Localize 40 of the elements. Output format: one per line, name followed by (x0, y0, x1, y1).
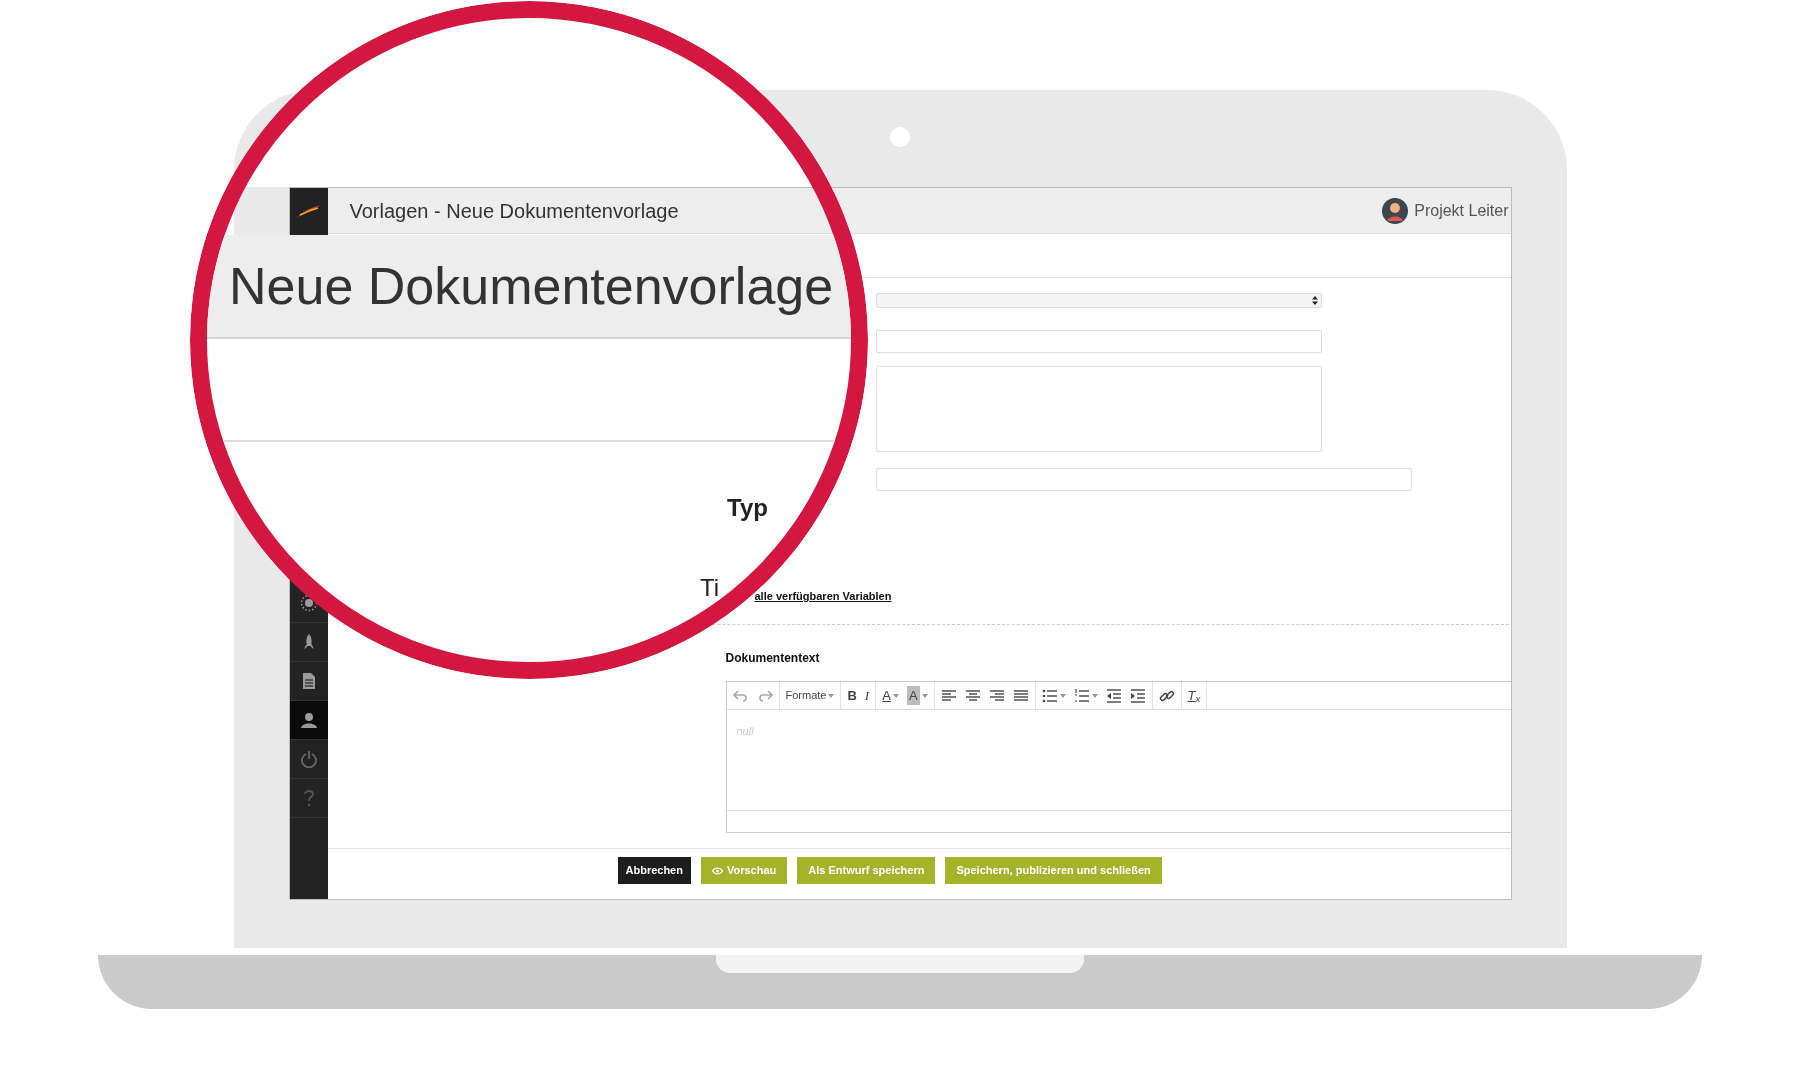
cancel-button[interactable]: Abbrechen (617, 857, 691, 884)
bold-button[interactable]: B (843, 682, 861, 709)
caret-icon (828, 693, 835, 698)
caret-icon (1091, 693, 1098, 698)
caret-icon (1059, 693, 1066, 698)
sun-icon (299, 594, 318, 612)
align-left-icon (940, 687, 957, 704)
numbered-list-icon (1073, 687, 1090, 704)
field-label: Dokumententext (725, 650, 821, 667)
undo-icon (732, 687, 749, 704)
input-field[interactable] (875, 330, 1322, 353)
page-title: Vorlagen - Neue Dokumentenvorlage (349, 198, 679, 224)
text-color-button[interactable]: A (878, 682, 903, 709)
align-right-icon (988, 687, 1005, 704)
power-icon (299, 750, 318, 768)
magnified-field-label: Typ (727, 493, 768, 523)
avatar-icon (1382, 197, 1409, 224)
italic-button[interactable]: I (860, 682, 874, 709)
eye-icon (711, 866, 723, 875)
user-icon (299, 711, 318, 729)
background-color-button[interactable]: A (902, 682, 932, 709)
updown-arrows-icon (1311, 296, 1318, 305)
user-name[interactable]: Projekt Leiter (1414, 198, 1509, 223)
magnified-field-label: Ti (700, 573, 720, 603)
clear-formatting-button[interactable]: T$_{x}$ (1183, 682, 1205, 709)
caret-icon (892, 693, 899, 698)
dropdown-field[interactable] (875, 293, 1322, 308)
indent-icon (1129, 687, 1146, 704)
outdent-icon (1105, 687, 1122, 704)
bullet-list-icon (1041, 687, 1058, 704)
text-area-field[interactable] (875, 366, 1322, 452)
align-justify-icon (1012, 687, 1029, 704)
magnified-heading: Neue Dokumentenvorlage (229, 256, 834, 317)
align-center-icon (964, 687, 981, 704)
variables-link[interactable]: alle verfügbaren Variablen (754, 590, 892, 602)
sidebar-item[interactable] (289, 701, 328, 740)
redo-icon (756, 687, 773, 704)
caret-icon (921, 693, 928, 698)
input-field[interactable] (875, 468, 1412, 491)
formats-dropdown[interactable]: Formate (781, 682, 839, 709)
